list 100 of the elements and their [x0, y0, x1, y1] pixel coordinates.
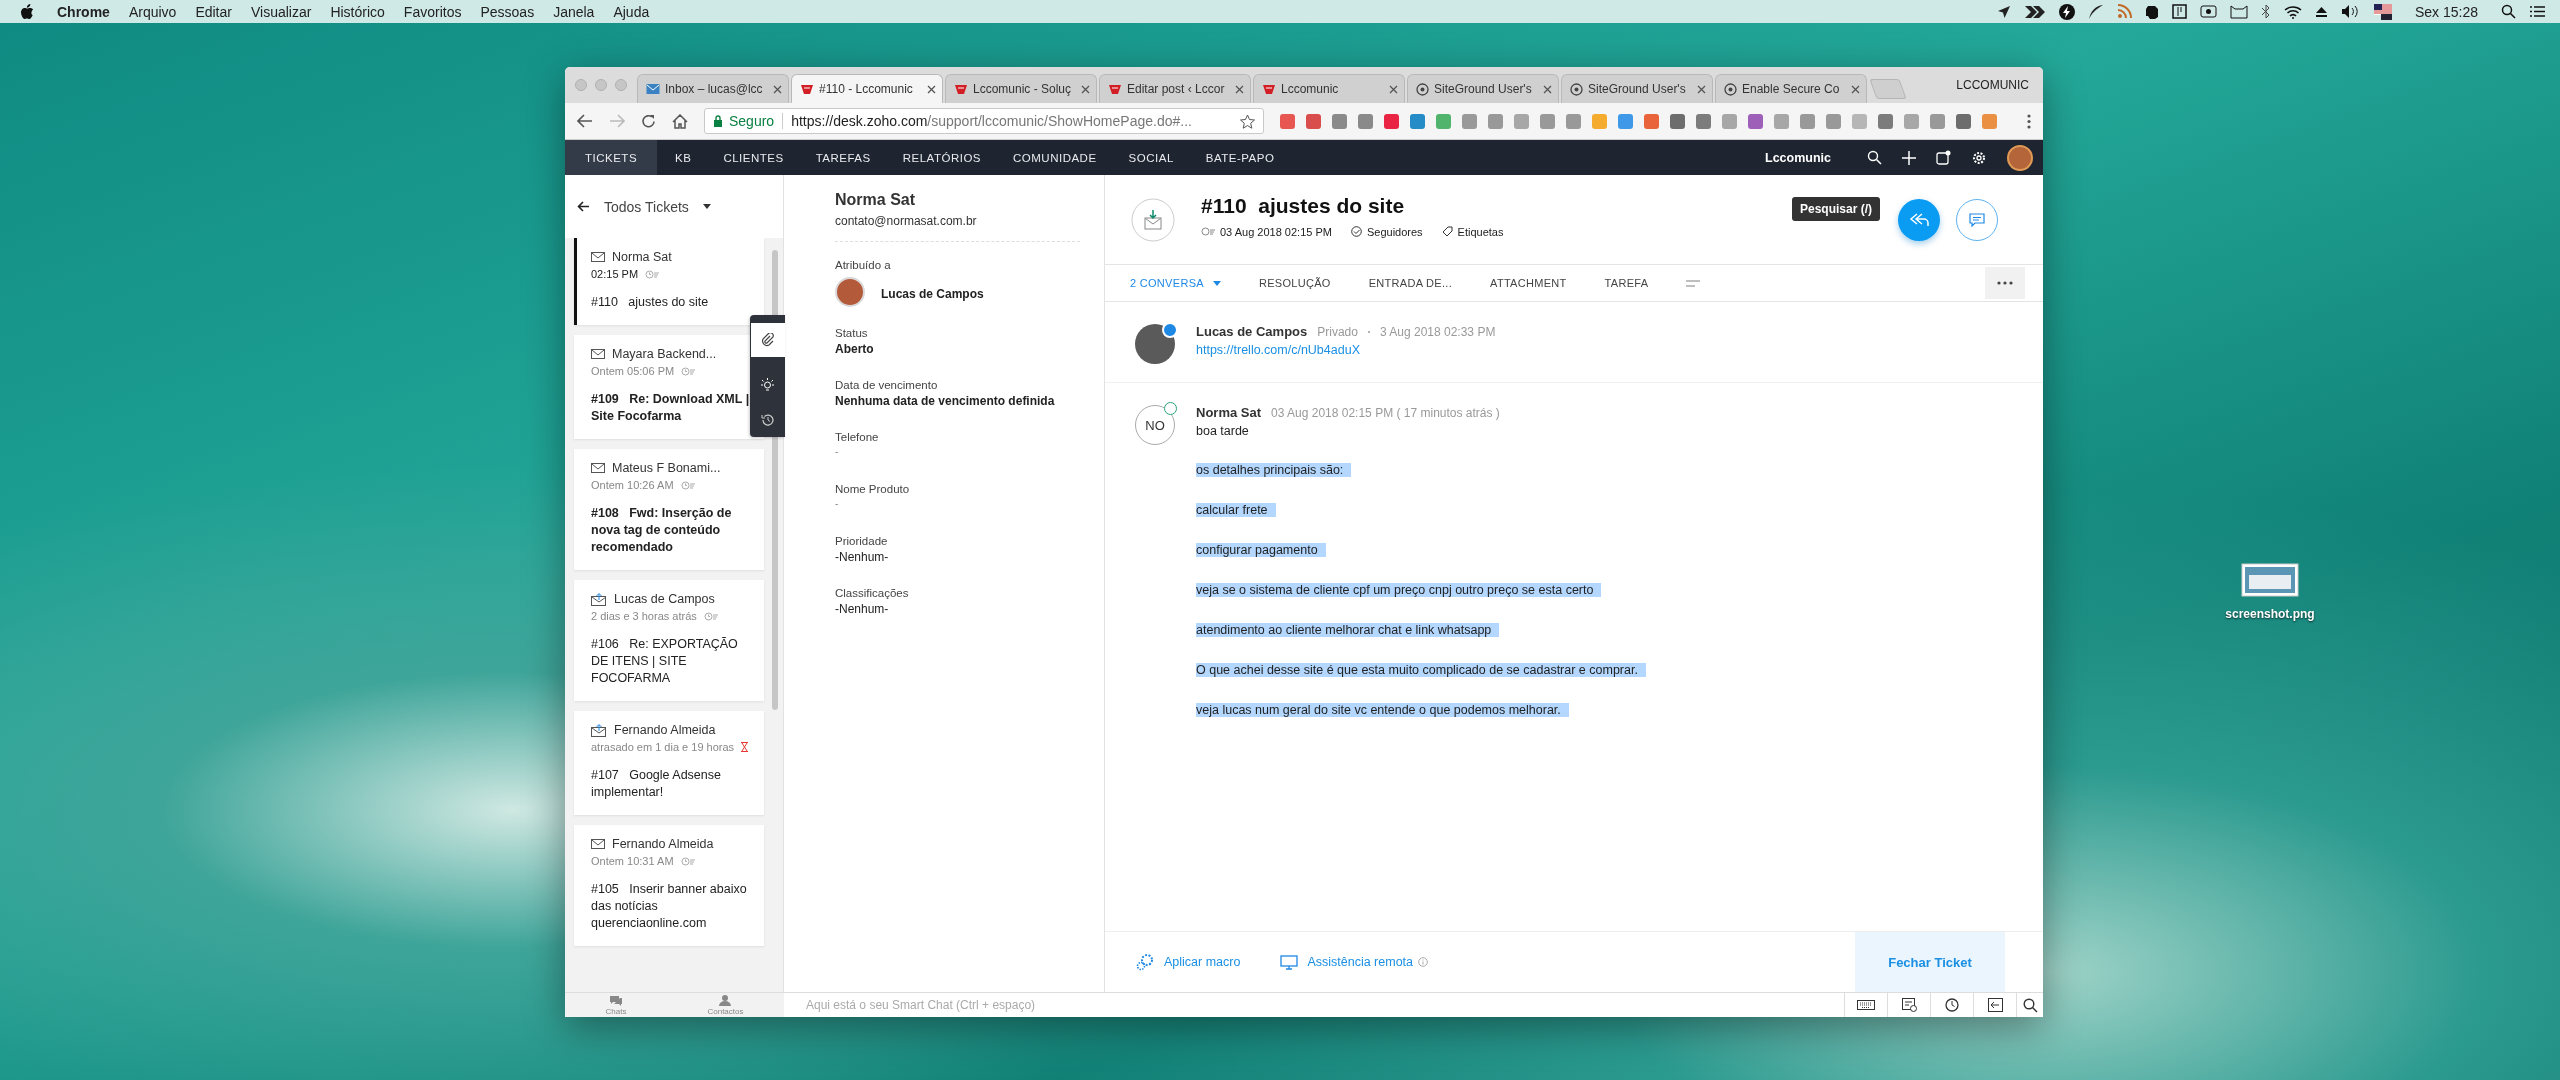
ticket-card[interactable]: Norma Sat 02:15 PM #110 ajustes do site — [574, 238, 764, 325]
extension-icon[interactable] — [1644, 113, 1659, 129]
close-icon[interactable] — [1235, 84, 1244, 94]
extension-icon[interactable] — [1748, 113, 1763, 129]
conversation-tab[interactable]: ATTACHMENT — [1490, 277, 1567, 289]
extension-icon[interactable] — [1280, 113, 1295, 129]
extension-icon[interactable] — [1670, 113, 1685, 129]
close-icon[interactable] — [1081, 84, 1090, 94]
extension-icon[interactable] — [1462, 113, 1477, 129]
view-selector[interactable]: Todos Tickets — [604, 198, 689, 215]
eject-icon[interactable] — [2314, 5, 2328, 18]
caret-icon[interactable] — [702, 204, 711, 209]
extension-icon[interactable] — [1488, 113, 1503, 129]
extension-icon[interactable] — [1566, 113, 1581, 129]
kebab-menu-icon[interactable] — [2027, 113, 2031, 129]
extension-icon[interactable] — [1696, 113, 1711, 129]
nav-tab[interactable]: CLIENTES — [717, 140, 790, 175]
menu-item[interactable]: Favoritos — [403, 3, 462, 20]
ticket-card[interactable]: Lucas de Campos 2 dias e 3 horas atrás #106 Re: EXPORTAÇÃO DE ITENS | SITE FOCOFARMA — [574, 580, 764, 701]
close-icon[interactable] — [1543, 84, 1552, 94]
image-file-icon[interactable] — [2241, 563, 2299, 597]
browser-tab[interactable]: Inbox – lucas@lcc — [637, 74, 789, 103]
bookmark-star-icon[interactable] — [1240, 113, 1255, 129]
field-value[interactable]: - — [835, 498, 1080, 509]
field-value[interactable]: - — [835, 446, 1080, 457]
bolt-icon[interactable] — [2058, 3, 2075, 20]
menu-app-name[interactable]: Chrome — [57, 3, 110, 20]
field-value[interactable]: -Nenhum- — [835, 550, 1080, 564]
contact-name[interactable]: Norma Sat — [835, 191, 1080, 209]
plus-icon[interactable] — [1902, 150, 1916, 165]
apple-logo-icon[interactable] — [20, 3, 34, 20]
menu-item[interactable]: Janela — [553, 3, 595, 20]
lightbulb-icon[interactable] — [760, 377, 775, 393]
nav-tab[interactable]: COMUNIDADE — [1007, 140, 1103, 175]
field-value[interactable]: -Nenhum- — [835, 602, 1080, 616]
gear-icon[interactable] — [1971, 149, 1987, 166]
conversation-tab[interactable]: 2 CONVERSA — [1130, 277, 1221, 289]
close-icon[interactable] — [773, 84, 782, 94]
conversation-tab[interactable]: RESOLUÇÃO — [1258, 277, 1331, 289]
extension-icon[interactable] — [1306, 113, 1321, 129]
nav-tab[interactable]: TICKETS — [565, 140, 658, 175]
list-icon[interactable] — [2529, 5, 2546, 18]
menu-item[interactable]: Histórico — [330, 3, 385, 20]
conversation-tab[interactable]: TAREFA — [1604, 277, 1649, 289]
extension-icon[interactable] — [1358, 113, 1373, 129]
extension-icon[interactable] — [1332, 113, 1347, 129]
menu-item[interactable]: Editar — [195, 3, 232, 20]
menu-item[interactable]: Pessoas — [480, 3, 535, 20]
trello-link[interactable]: https://trello.com/c/nUb4aduX — [1196, 343, 1496, 357]
extension-icon[interactable] — [1930, 113, 1945, 129]
field-value[interactable]: Nenhuma data de vencimento definida — [835, 394, 1080, 408]
browser-tab[interactable]: SiteGround User's — [1407, 74, 1559, 103]
paperclip-icon[interactable] — [750, 323, 785, 358]
tags-link[interactable]: Etiquetas — [1457, 225, 1504, 238]
ticket-card[interactable]: Mateus F Bonami... Ontem 10:26 AM #108 Fwd: Inserção de nova tag de conteúdo recomendado — [574, 449, 764, 570]
field-value[interactable]: Aberto — [835, 342, 1080, 356]
extension-icon[interactable] — [1956, 113, 1971, 129]
address-bar[interactable]: Seguro https://desk.zoho.com/support/lccomunic/ShowHomePage.do#... — [704, 108, 1264, 134]
extension-icon[interactable] — [1878, 113, 1893, 129]
extension-icon[interactable] — [1410, 113, 1425, 129]
record-icon[interactable] — [2199, 5, 2217, 18]
browser-tab[interactable]: Enable Secure Co — [1715, 74, 1867, 103]
extension-icon[interactable] — [1540, 113, 1555, 129]
file-label[interactable]: screenshot.png — [2225, 607, 2315, 621]
remote-assist-link[interactable]: Assistência remota — [1280, 954, 1414, 970]
followers-link[interactable]: Seguidores — [1366, 225, 1423, 238]
menu-item[interactable]: Arquivo — [128, 3, 177, 20]
nav-tab[interactable]: BATE-PAPO — [1199, 140, 1281, 175]
browser-tab[interactable]: Lccomunic — [1253, 74, 1405, 103]
field-value[interactable]: Lucas de Campos — [881, 286, 984, 301]
back-icon[interactable] — [577, 114, 593, 128]
search-icon[interactable] — [2501, 4, 2516, 19]
extension-icon[interactable] — [1826, 113, 1841, 129]
ticket-card[interactable]: Fernando Almeida atrasado em 1 dia e 19 horas #107 Google Adsense implementar! — [574, 711, 764, 815]
profile-name[interactable]: LCCOMUNIC — [1946, 78, 2043, 92]
nav-tab[interactable]: KB — [669, 140, 698, 175]
bluetooth-icon[interactable] — [2260, 4, 2271, 19]
volume-icon[interactable] — [2340, 4, 2361, 19]
close-icon[interactable] — [1697, 84, 1706, 94]
extension-icon[interactable] — [1800, 113, 1815, 129]
home-icon[interactable] — [672, 113, 688, 129]
reload-icon[interactable] — [641, 113, 656, 129]
history-icon[interactable] — [760, 412, 775, 427]
extension-icon[interactable] — [1618, 113, 1633, 129]
conversation-tab[interactable]: ENTRADA DE... — [1368, 277, 1453, 289]
flag-icon[interactable] — [2373, 3, 2392, 20]
contact-email[interactable]: contato@normasat.com.br — [835, 214, 1080, 228]
extension-icon[interactable] — [1384, 113, 1399, 129]
open-external-icon[interactable] — [1936, 150, 1951, 165]
location-arrow-icon[interactable] — [1996, 4, 2011, 19]
wifi-icon[interactable] — [2283, 4, 2302, 19]
ticket-card[interactable]: Fernando Almeida Ontem 10:31 AM #105 Inserir banner abaixo das notícias querenciaonline.com — [574, 825, 764, 946]
user-avatar[interactable] — [2007, 144, 2033, 171]
back-arrow-icon[interactable] — [577, 201, 590, 212]
apply-macro-link[interactable]: Aplicar macro — [1135, 952, 1241, 972]
nav-tab[interactable]: TAREFAS — [809, 140, 877, 175]
reply-all-button[interactable] — [1898, 198, 1940, 241]
browser-tab[interactable]: #110 - Lccomunic — [791, 74, 943, 103]
close-icon[interactable] — [927, 84, 936, 94]
grid-square-icon[interactable] — [2171, 4, 2187, 19]
